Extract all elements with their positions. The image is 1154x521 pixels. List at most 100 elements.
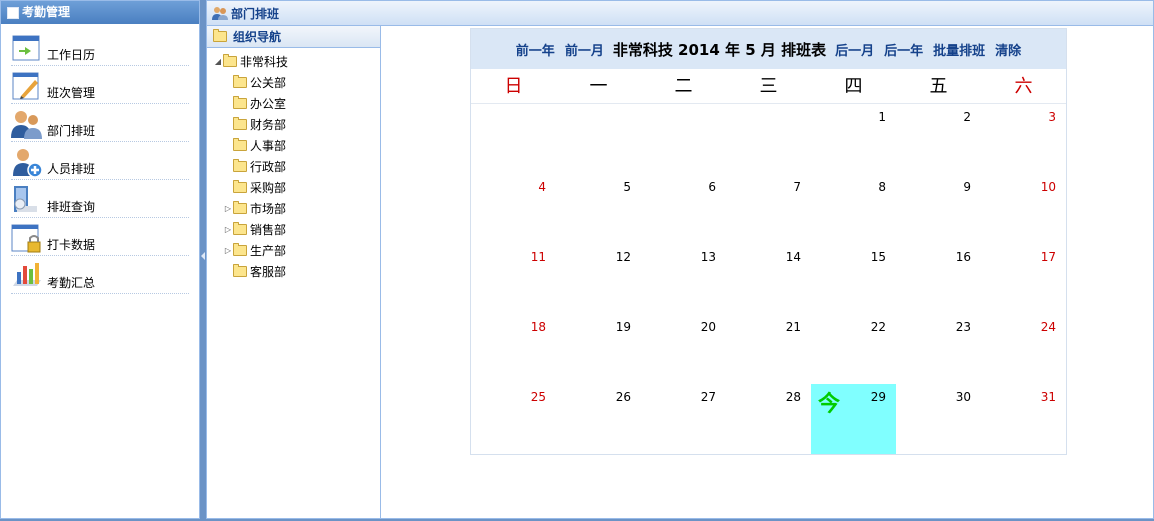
day-cell[interactable]: 11 [471, 244, 556, 314]
day-cell[interactable]: 18 [471, 314, 556, 384]
lock-window-icon [11, 222, 43, 254]
batch-schedule-link[interactable]: 批量排班 [933, 40, 985, 59]
day-number: 1 [878, 110, 886, 124]
menu-item-1[interactable]: 工作日历 [11, 28, 189, 66]
day-cell[interactable]: 30 [896, 384, 981, 454]
menu-item-label: 打卡数据 [47, 238, 96, 252]
day-cell[interactable]: 今 29 [811, 384, 896, 454]
next-month-link[interactable]: 后一月 [835, 40, 874, 59]
day-cell[interactable]: 5 [556, 174, 641, 244]
day-number: 2 [963, 110, 971, 124]
day-cell[interactable]: 27 [641, 384, 726, 454]
org-navigation-tree: 组织导航 ◢ 非常科技 公关部办公室财务部人事部行政部采购部 ▷ 市场部 ▷ 销售部 ▷ 生… [207, 26, 381, 518]
expand-triangle-icon[interactable]: ▷ [223, 246, 233, 255]
day-number: 26 [615, 390, 631, 404]
day-cell[interactable]: 4 [471, 174, 556, 244]
day-number: 14 [785, 250, 801, 264]
day-cell[interactable]: 6 [641, 174, 726, 244]
tree-node[interactable]: 办公室 [207, 93, 380, 114]
expand-triangle-icon[interactable]: ▷ [223, 204, 233, 213]
collapse-arrow-icon[interactable] [201, 252, 205, 260]
day-cell[interactable]: 23 [896, 314, 981, 384]
day-cell[interactable]: 22 [811, 314, 896, 384]
day-number: 22 [870, 320, 886, 334]
day-cell[interactable]: 3 [981, 104, 1066, 174]
day-cell[interactable]: 21 [726, 314, 811, 384]
folder-icon [233, 222, 247, 235]
day-cell[interactable]: 28 [726, 384, 811, 454]
day-number: 19 [615, 320, 631, 334]
day-cell[interactable]: 12 [556, 244, 641, 314]
day-cell[interactable]: 9 [896, 174, 981, 244]
tree-node[interactable]: 财务部 [207, 114, 380, 135]
department-schedule-title: 部门排班 [231, 6, 280, 21]
day-number: 18 [530, 320, 546, 334]
day-number: 17 [1040, 250, 1056, 264]
search-schedule-icon [11, 184, 43, 216]
department-users-icon [212, 7, 228, 20]
menu-item-4[interactable]: 人员排班 [11, 142, 189, 180]
tree-node[interactable]: 人事部 [207, 135, 380, 156]
day-number: 16 [955, 250, 971, 264]
day-cell[interactable]: 20 [641, 314, 726, 384]
day-cell[interactable]: 14 [726, 244, 811, 314]
menu-item-label: 排班查询 [47, 200, 96, 214]
folder-icon [233, 159, 247, 172]
org-navigation-header: 组织导航 [207, 26, 380, 48]
tree-root-label: 非常科技 [240, 55, 289, 69]
day-cell[interactable]: 26 [556, 384, 641, 454]
tree-node[interactable]: 采购部 [207, 177, 380, 198]
day-cell[interactable]: 13 [641, 244, 726, 314]
attendance-menu-header[interactable]: 考勤管理 [1, 1, 199, 24]
tree-node[interactable]: ▷ 市场部 [207, 198, 380, 219]
day-cell[interactable]: 8 [811, 174, 896, 244]
day-cell[interactable]: 16 [896, 244, 981, 314]
day-number: 6 [708, 180, 716, 194]
menu-item-7[interactable]: 考勤汇总 [11, 256, 189, 294]
expand-triangle-icon[interactable]: ▷ [223, 225, 233, 234]
tree-node[interactable]: 公关部 [207, 72, 380, 93]
folder-icon [233, 117, 247, 130]
prev-month-link[interactable]: 前一月 [565, 40, 604, 59]
tree-node[interactable]: 客服部 [207, 261, 380, 282]
menu-item-label: 人员排班 [47, 162, 96, 176]
clear-link[interactable]: 清除 [995, 40, 1021, 59]
day-cell[interactable]: 15 [811, 244, 896, 314]
calendar-grid: 1 2 3 4 5 6 7 8 9 10 11 12 13 14 15 16 17 18 19 20 21 22 23 24 2… [471, 104, 1066, 454]
day-number: 21 [785, 320, 801, 334]
day-cell[interactable]: 7 [726, 174, 811, 244]
tree-node-label: 财务部 [250, 118, 287, 132]
day-cell[interactable]: 1 [811, 104, 896, 174]
menu-item-6[interactable]: 打卡数据 [11, 218, 189, 256]
menu-item-2[interactable]: 班次管理 [11, 66, 189, 104]
tree-node[interactable]: ▷ 生产部 [207, 240, 380, 261]
tree-node-label: 市场部 [250, 202, 287, 216]
tree-root-node[interactable]: ◢ 非常科技 [207, 51, 380, 72]
tree-node[interactable]: 行政部 [207, 156, 380, 177]
menu-item-label: 班次管理 [47, 86, 96, 100]
schedule-calendar: 前一年 前一月 非常科技 2014 年 5 月 排班表 后一月 后一年 批量排班… [470, 28, 1067, 455]
prev-year-link[interactable]: 前一年 [516, 40, 555, 59]
tree-node[interactable]: ▷ 销售部 [207, 219, 380, 240]
day-cell[interactable]: 19 [556, 314, 641, 384]
day-cell[interactable]: 25 [471, 384, 556, 454]
menu-item-5[interactable]: 排班查询 [11, 180, 189, 218]
weekday-header: 六 [1014, 76, 1033, 97]
day-number: 9 [963, 180, 971, 194]
menu-item-3[interactable]: 部门排班 [11, 104, 189, 142]
next-year-link[interactable]: 后一年 [884, 40, 923, 59]
weekday-header: 二 [674, 76, 693, 97]
day-number: 30 [955, 390, 971, 404]
day-cell[interactable]: 2 [896, 104, 981, 174]
day-cell[interactable]: 17 [981, 244, 1066, 314]
day-number: 31 [1040, 390, 1056, 404]
department-schedule-header: 部门排班 [207, 1, 1153, 26]
tree-node-label: 公关部 [250, 76, 287, 90]
day-number: 10 [1040, 180, 1056, 194]
tree-node-label: 行政部 [250, 160, 287, 174]
weekday-header: 四 [844, 76, 863, 97]
day-cell[interactable]: 31 [981, 384, 1066, 454]
day-cell[interactable]: 10 [981, 174, 1066, 244]
collapse-triangle-icon[interactable]: ◢ [213, 57, 223, 66]
day-cell[interactable]: 24 [981, 314, 1066, 384]
